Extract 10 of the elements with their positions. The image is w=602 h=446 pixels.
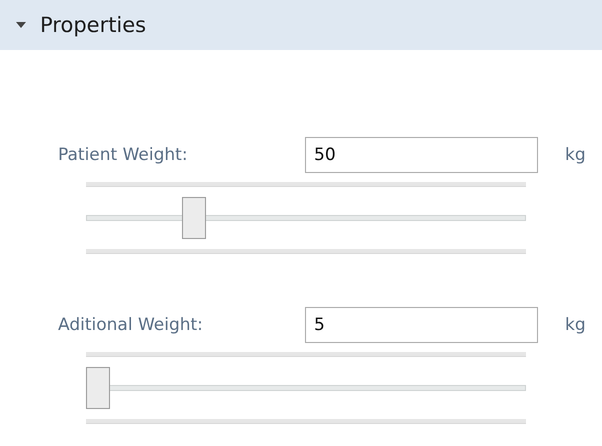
slider-thumb[interactable] [182, 197, 206, 239]
field-label: Aditional Weight: [58, 315, 204, 335]
slider-thumb[interactable] [86, 367, 110, 409]
unit-label: kg [565, 145, 586, 165]
input-field[interactable]: 50 [305, 137, 538, 173]
input-field[interactable]: 5 [305, 307, 538, 343]
section-title: Properties [40, 13, 146, 37]
unit-label: kg [565, 315, 586, 335]
collapse-icon[interactable] [16, 20, 26, 30]
field-label: Patient Weight: [58, 145, 189, 165]
